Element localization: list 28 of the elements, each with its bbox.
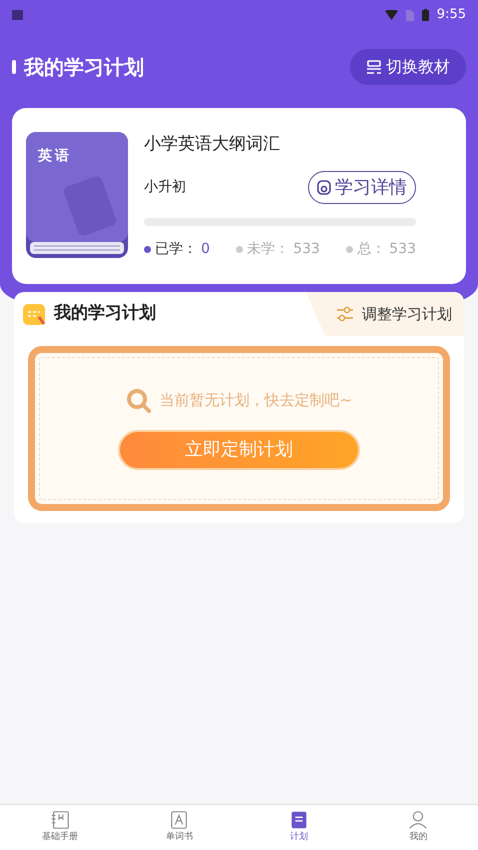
stat-label: 未学： <box>247 240 290 259</box>
empty-message: 当前暂无计划，快去定制吧~ <box>160 390 352 412</box>
stat-value: 533 <box>293 240 320 259</box>
stat-label: 已学： <box>155 240 197 259</box>
nav-tab[interactable]: 我的 <box>358 805 478 850</box>
notification-icon <box>12 10 23 20</box>
stat-label: 总： <box>357 240 386 259</box>
section-title: 我的学习计划 <box>54 302 156 326</box>
title-marker <box>12 60 16 74</box>
book-title: 小学英语大纲词汇 <box>144 133 281 156</box>
wifi-icon <box>384 10 398 20</box>
nav-tab[interactable]: 基础手册 <box>0 805 120 850</box>
battery-icon <box>422 9 429 21</box>
nav-tab[interactable]: 计划 <box>239 805 358 850</box>
adjust-plan-link[interactable]: 调整学习计划 <box>306 292 464 336</box>
person-icon <box>407 809 430 831</box>
calendar-icon <box>22 302 46 326</box>
cover-label: 英语 <box>38 147 72 166</box>
stat-value: 533 <box>389 240 416 259</box>
stat-value: 0 <box>201 240 210 259</box>
sliders-icon <box>336 306 354 322</box>
study-details-button[interactable]: 学习详情 <box>308 171 416 204</box>
book-level: 小升初 <box>144 178 186 197</box>
switch-textbook-button[interactable]: 切换教材 <box>350 49 466 85</box>
search-icon <box>126 388 152 414</box>
nav-tab[interactable]: 单词书 <box>120 805 239 850</box>
page-title: 我的学习计划 <box>24 54 144 81</box>
clock: 9:55 <box>436 6 466 24</box>
